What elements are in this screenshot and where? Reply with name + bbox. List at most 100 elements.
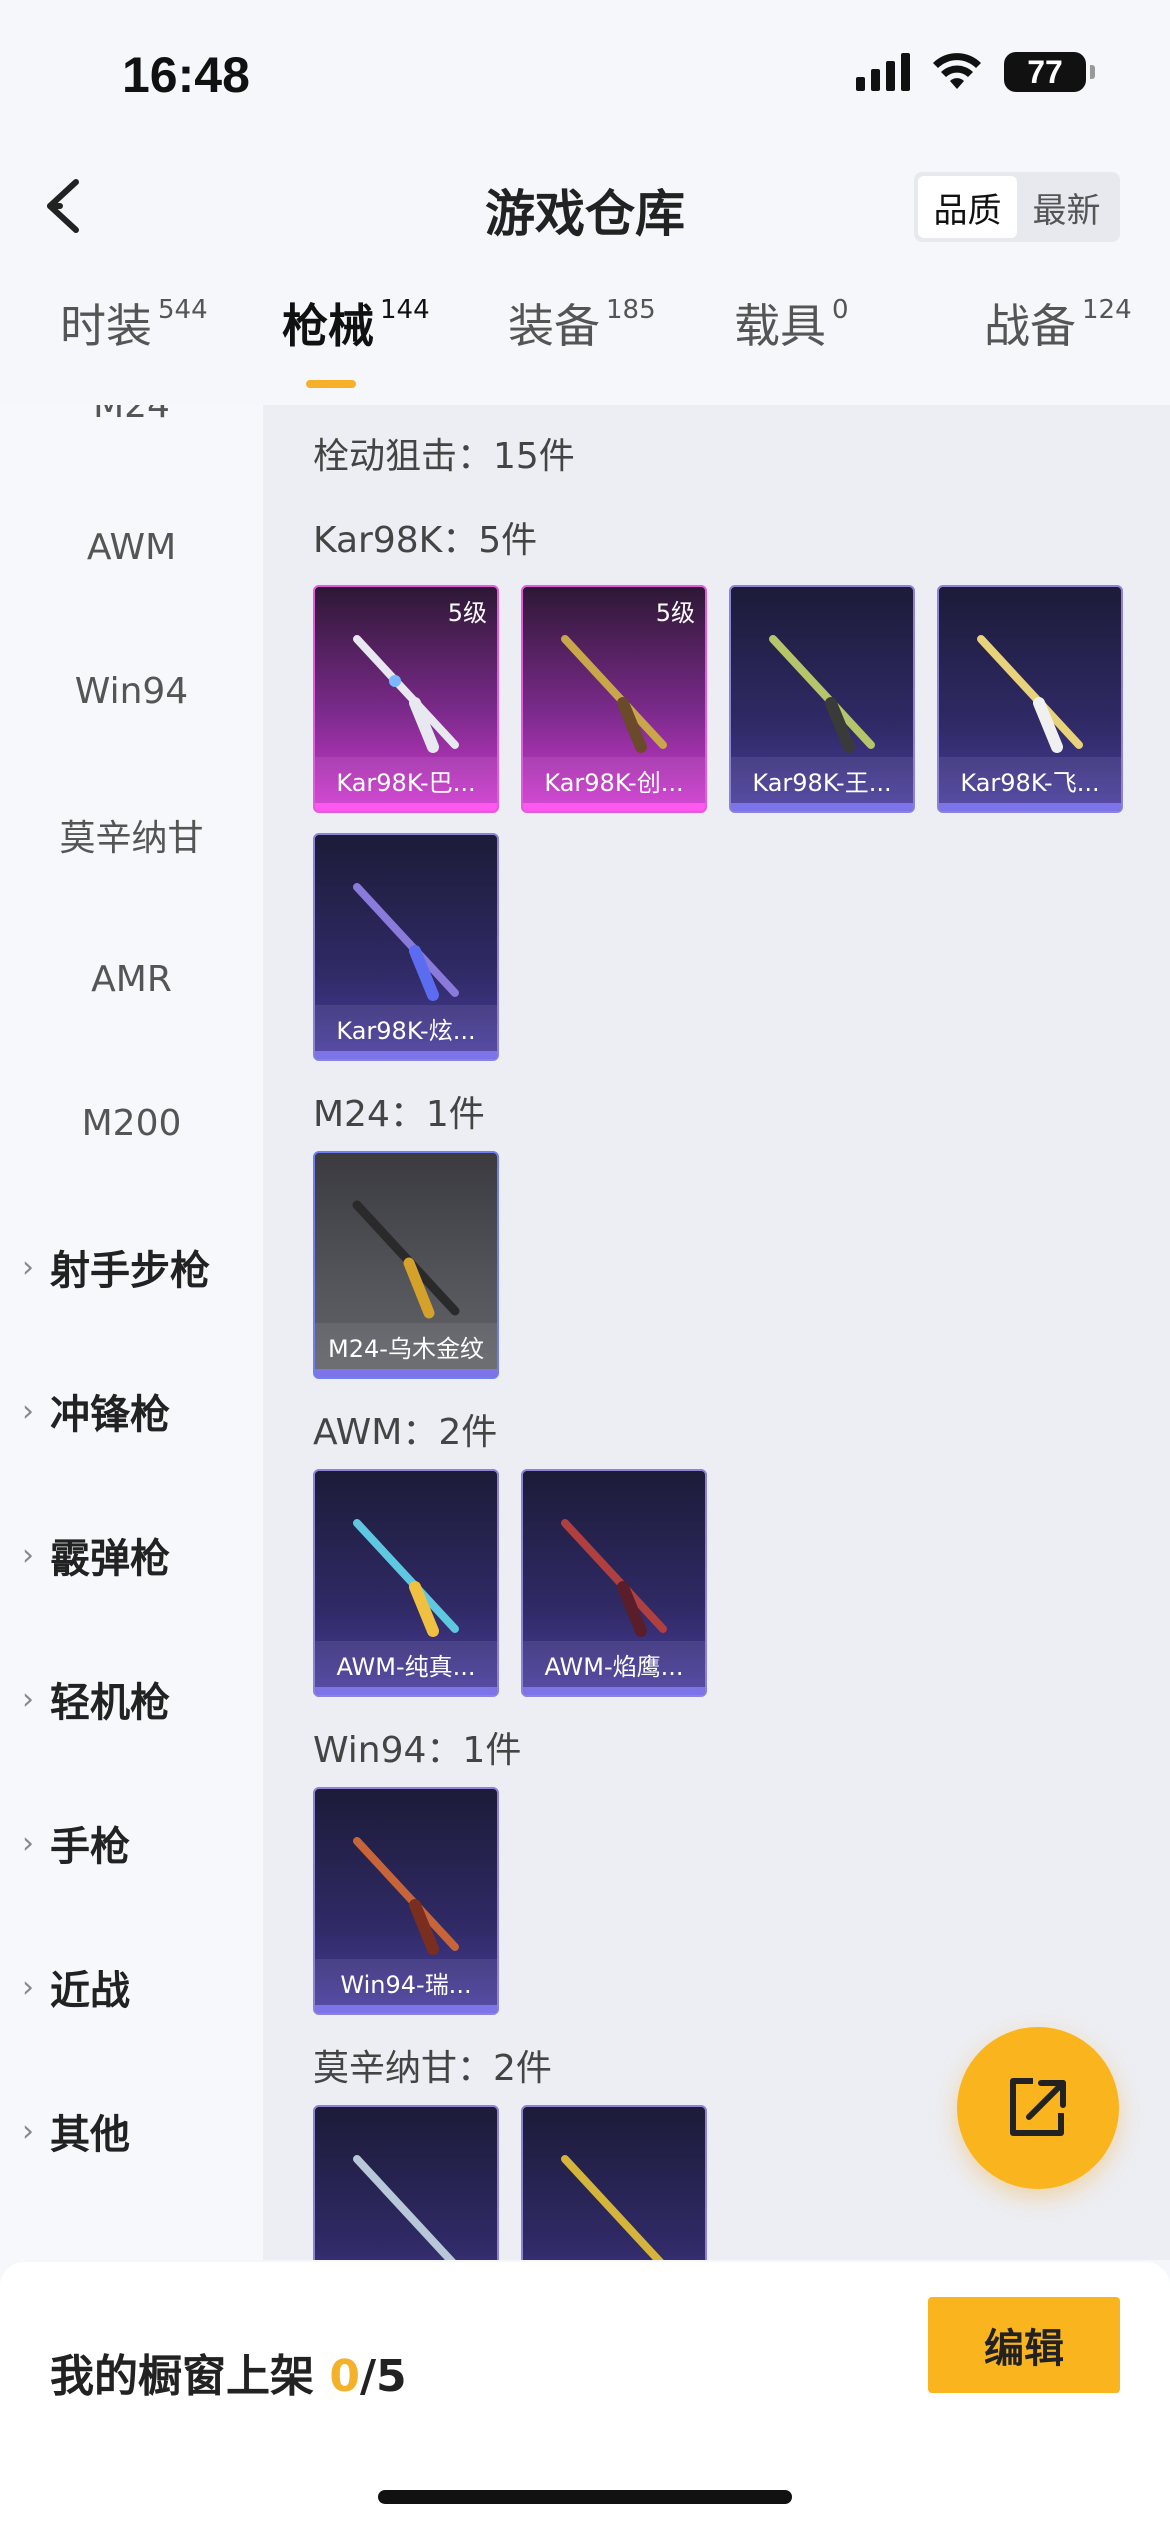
section-label-mosin: 莫辛纳甘：2件	[313, 2048, 552, 2089]
sidebar-item-mosin[interactable]: 莫辛纳甘	[0, 795, 263, 875]
category-label: 射手步枪	[50, 1248, 210, 1294]
chevron-right-icon: ›	[22, 1969, 34, 2005]
item-level: 5级	[655, 599, 695, 627]
group-label: 栓动狙击：15件	[313, 436, 575, 477]
item-card[interactable]: 5级 Kar98K-巴...	[313, 585, 499, 813]
category-label: 手枪	[50, 1824, 130, 1870]
home-indicator	[378, 2490, 792, 2504]
chevron-right-icon: ›	[22, 1681, 34, 1717]
tab-vehicles[interactable]: 载具 0	[666, 290, 888, 405]
rarity-bar	[315, 2005, 497, 2013]
share-button[interactable]	[957, 2027, 1119, 2189]
item-card[interactable]: AWM-纯真...	[313, 1469, 499, 1697]
item-card[interactable]: Kar98K-炫...	[313, 833, 499, 1061]
item-card[interactable]: Win94-瑞...	[313, 1787, 499, 2015]
item-grid: 栓动狙击：15件 Kar98K：5件 5级 Kar98K-巴... 5级 Kar…	[263, 405, 1170, 2260]
rarity-bar	[315, 1369, 497, 1377]
battery-icon: 77	[1004, 52, 1095, 92]
category-tabs: 时装 544 枪械 144 装备 185 载具 0 战备 124	[0, 290, 1170, 405]
tab-fashion[interactable]: 时装 544	[0, 290, 222, 405]
status-bar: 16:48 77	[0, 0, 1170, 150]
sidebar-item-m24[interactable]: M24	[0, 405, 263, 445]
tab-equipment[interactable]: 装备 185	[444, 290, 666, 405]
item-card[interactable]: Kar98K-王...	[729, 585, 915, 813]
sort-toggle: 品质 最新	[914, 172, 1120, 242]
edit-button[interactable]: 编辑	[928, 2297, 1120, 2393]
rifle-icon	[353, 2155, 456, 2260]
tab-label: 时装	[60, 299, 152, 353]
sidebar-category-melee[interactable]: › 近战	[0, 1947, 263, 2027]
section-label-m24: M24：1件	[313, 1094, 485, 1135]
status-icons: 77	[856, 52, 1095, 92]
sidebar: M24 AWM Win94 莫辛纳甘 AMR M200 › 射手步枪 › 冲锋枪 ›…	[0, 405, 263, 2260]
chevron-right-icon: ›	[22, 1393, 34, 1429]
tab-label: 装备	[508, 299, 600, 353]
rarity-bar	[939, 803, 1121, 811]
sidebar-item-awm[interactable]: AWM	[0, 507, 263, 587]
item-name: AWM-焰鹰...	[523, 1641, 705, 1687]
item-card[interactable]: AWM-焰鹰...	[521, 1469, 707, 1697]
item-name: Kar98K-飞...	[939, 757, 1121, 803]
item-card[interactable]: Kar98K-飞...	[937, 585, 1123, 813]
tab-count: 124	[1082, 295, 1132, 325]
rifle-icon	[977, 635, 1083, 753]
item-name: Kar98K-创...	[523, 757, 705, 803]
sidebar-category-other[interactable]: › 其他	[0, 2091, 263, 2171]
item-card[interactable]	[313, 2105, 499, 2260]
showcase-prefix: 我的橱窗上架	[50, 2351, 330, 2402]
rifle-icon	[561, 635, 667, 753]
sidebar-category-dmr[interactable]: › 射手步枪	[0, 1227, 263, 1307]
sidebar-item-win94[interactable]: Win94	[0, 651, 263, 731]
rifle-icon	[561, 1519, 667, 1637]
showcase-count: 0	[329, 2351, 360, 2402]
category-label: 轻机枪	[50, 1680, 170, 1726]
tab-count: 144	[380, 295, 430, 325]
rifle-icon	[353, 883, 459, 1001]
sidebar-item-m200[interactable]: M200	[0, 1083, 263, 1163]
showcase-total: /5	[359, 2351, 407, 2402]
wifi-icon	[933, 53, 981, 89]
section-label-win94: Win94：1件	[313, 1730, 522, 1771]
rarity-bar	[523, 1687, 705, 1695]
item-name: Kar98K-炫...	[315, 1005, 497, 1051]
cellular-signal-icon	[856, 53, 910, 91]
item-name: Kar98K-王...	[731, 757, 913, 803]
category-label: 近战	[50, 1968, 130, 2014]
item-card[interactable]: 5级 Kar98K-创...	[521, 585, 707, 813]
item-name: Kar98K-巴...	[315, 757, 497, 803]
sidebar-category-lmg[interactable]: › 轻机枪	[0, 1659, 263, 1739]
rarity-bar	[315, 803, 497, 811]
item-name: Win94-瑞...	[315, 1959, 497, 2005]
tab-count: 544	[158, 295, 208, 325]
rifle-icon	[561, 2155, 664, 2260]
category-label: 霰弹枪	[50, 1536, 170, 1582]
sidebar-item-amr[interactable]: AMR	[0, 939, 263, 1019]
section-label-kar98k: Kar98K：5件	[313, 520, 538, 561]
chevron-right-icon: ›	[22, 1537, 34, 1573]
rifle-icon	[353, 635, 459, 753]
rarity-bar	[315, 1687, 497, 1695]
rifle-icon	[353, 1519, 459, 1637]
tab-label: 战备	[984, 299, 1076, 353]
item-card[interactable]: M24-乌木金纹	[313, 1151, 499, 1379]
sidebar-category-smg[interactable]: › 冲锋枪	[0, 1371, 263, 1451]
sort-quality-button[interactable]: 品质	[918, 176, 1017, 238]
section-label-awm: AWM：2件	[313, 1412, 498, 1453]
rifle-icon	[769, 635, 875, 753]
tab-supplies[interactable]: 战备 124	[888, 290, 1170, 405]
chevron-right-icon: ›	[22, 1249, 34, 1285]
item-level: 5级	[447, 599, 487, 627]
rifle-icon	[353, 1837, 459, 1955]
chevron-right-icon: ›	[22, 2113, 34, 2149]
battery-level: 77	[1027, 53, 1063, 90]
item-name: AWM-纯真...	[315, 1641, 497, 1687]
showcase-status: 我的橱窗上架 0/5	[50, 2340, 407, 2404]
item-card[interactable]	[521, 2105, 707, 2260]
sidebar-category-shotgun[interactable]: › 霰弹枪	[0, 1515, 263, 1595]
share-icon	[1010, 2078, 1066, 2136]
category-label: 其他	[50, 2112, 130, 2158]
sort-newest-button[interactable]: 最新	[1017, 176, 1116, 238]
active-tab-indicator	[306, 380, 356, 388]
status-time: 16:48	[122, 47, 250, 103]
sidebar-category-pistol[interactable]: › 手枪	[0, 1803, 263, 1883]
